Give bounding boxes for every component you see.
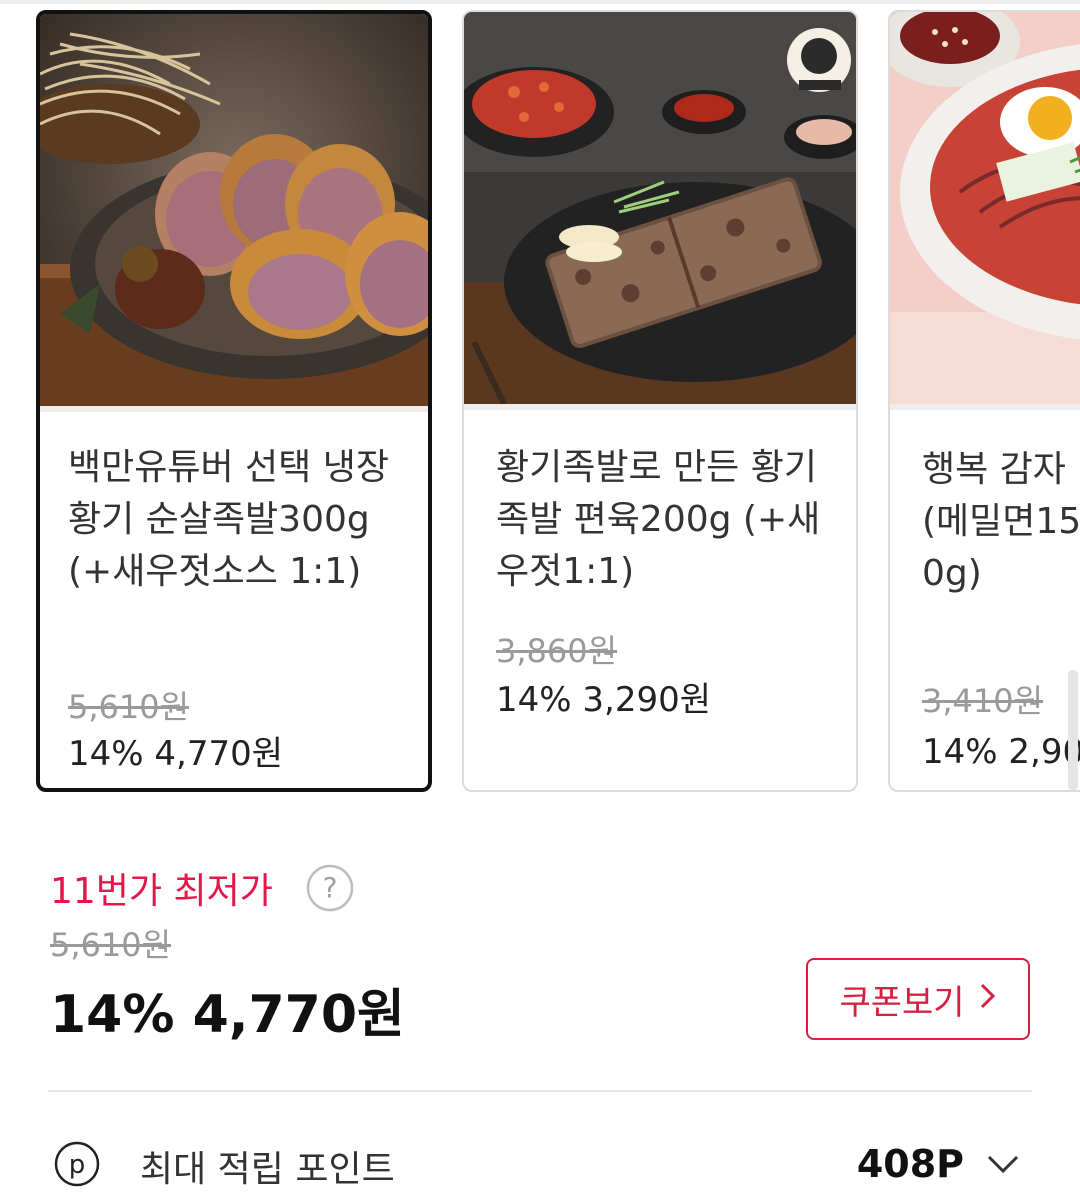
image-separator <box>464 404 856 410</box>
divider <box>48 1090 1032 1092</box>
scrollbar[interactable] <box>1068 670 1078 790</box>
image-separator <box>890 404 1080 410</box>
product-title[interactable]: 행복 감자 비빔막국수 (메밀면150g+양념장50g) <box>922 444 1080 600</box>
product-original-price: 3,410원 <box>922 682 1044 720</box>
product-image-pressed-pork[interactable] <box>464 12 856 404</box>
product-title[interactable]: 백만유튜버 선택 냉장 황기 순살족발300g (+새우젓소스 1:1) <box>68 442 408 598</box>
product-title[interactable]: 황기족발로 만든 황기족발 편육200g (+새우젓1:1) <box>496 442 836 598</box>
lowest-price-label: 11번가 최저가 <box>50 871 273 912</box>
product-card[interactable]: 백만유튜버 선택 냉장 황기 순살족발300g (+새우젓소스 1:1) 5,6… <box>36 10 432 792</box>
chevron-right-icon <box>979 979 997 1019</box>
product-original-price: 3,860원 <box>496 632 618 670</box>
help-icon[interactable]: ? <box>306 864 354 912</box>
point-icon: p <box>54 1141 100 1187</box>
image-separator <box>40 406 428 412</box>
max-points-label: 최대 적립 포인트 <box>140 1149 395 1190</box>
product-image-buckwheat-noodle[interactable] <box>890 12 1080 404</box>
max-points-value: 408P <box>856 1142 964 1186</box>
coupon-view-label: 쿠폰보기 <box>839 982 965 1023</box>
main-original-price: 5,610원 <box>50 926 172 964</box>
product-card[interactable]: 황기족발로 만든 황기족발 편육200g (+새우젓1:1) 3,860원 14… <box>462 10 858 792</box>
chevron-down-icon[interactable] <box>986 1152 1020 1176</box>
main-discount-price: 14% 4,770원 <box>50 985 405 1045</box>
product-discount-price: 14% 2,900원 <box>922 732 1080 772</box>
product-image-pork-hock[interactable] <box>40 14 428 406</box>
coupon-view-button[interactable]: 쿠폰보기 <box>806 958 1030 1040</box>
product-discount-price: 14% 3,290원 <box>496 680 711 720</box>
svg-text:p: p <box>69 1150 86 1180</box>
svg-text:?: ? <box>323 871 338 904</box>
related-products-carousel[interactable]: 백만유튜버 선택 냉장 황기 순살족발300g (+새우젓소스 1:1) 5,6… <box>0 0 1080 800</box>
product-discount-price: 14% 4,770원 <box>68 734 283 774</box>
product-original-price: 5,610원 <box>68 688 190 726</box>
product-card[interactable]: 행복 감자 비빔막국수 (메밀면150g+양념장50g) 3,410원 14% … <box>888 10 1080 792</box>
